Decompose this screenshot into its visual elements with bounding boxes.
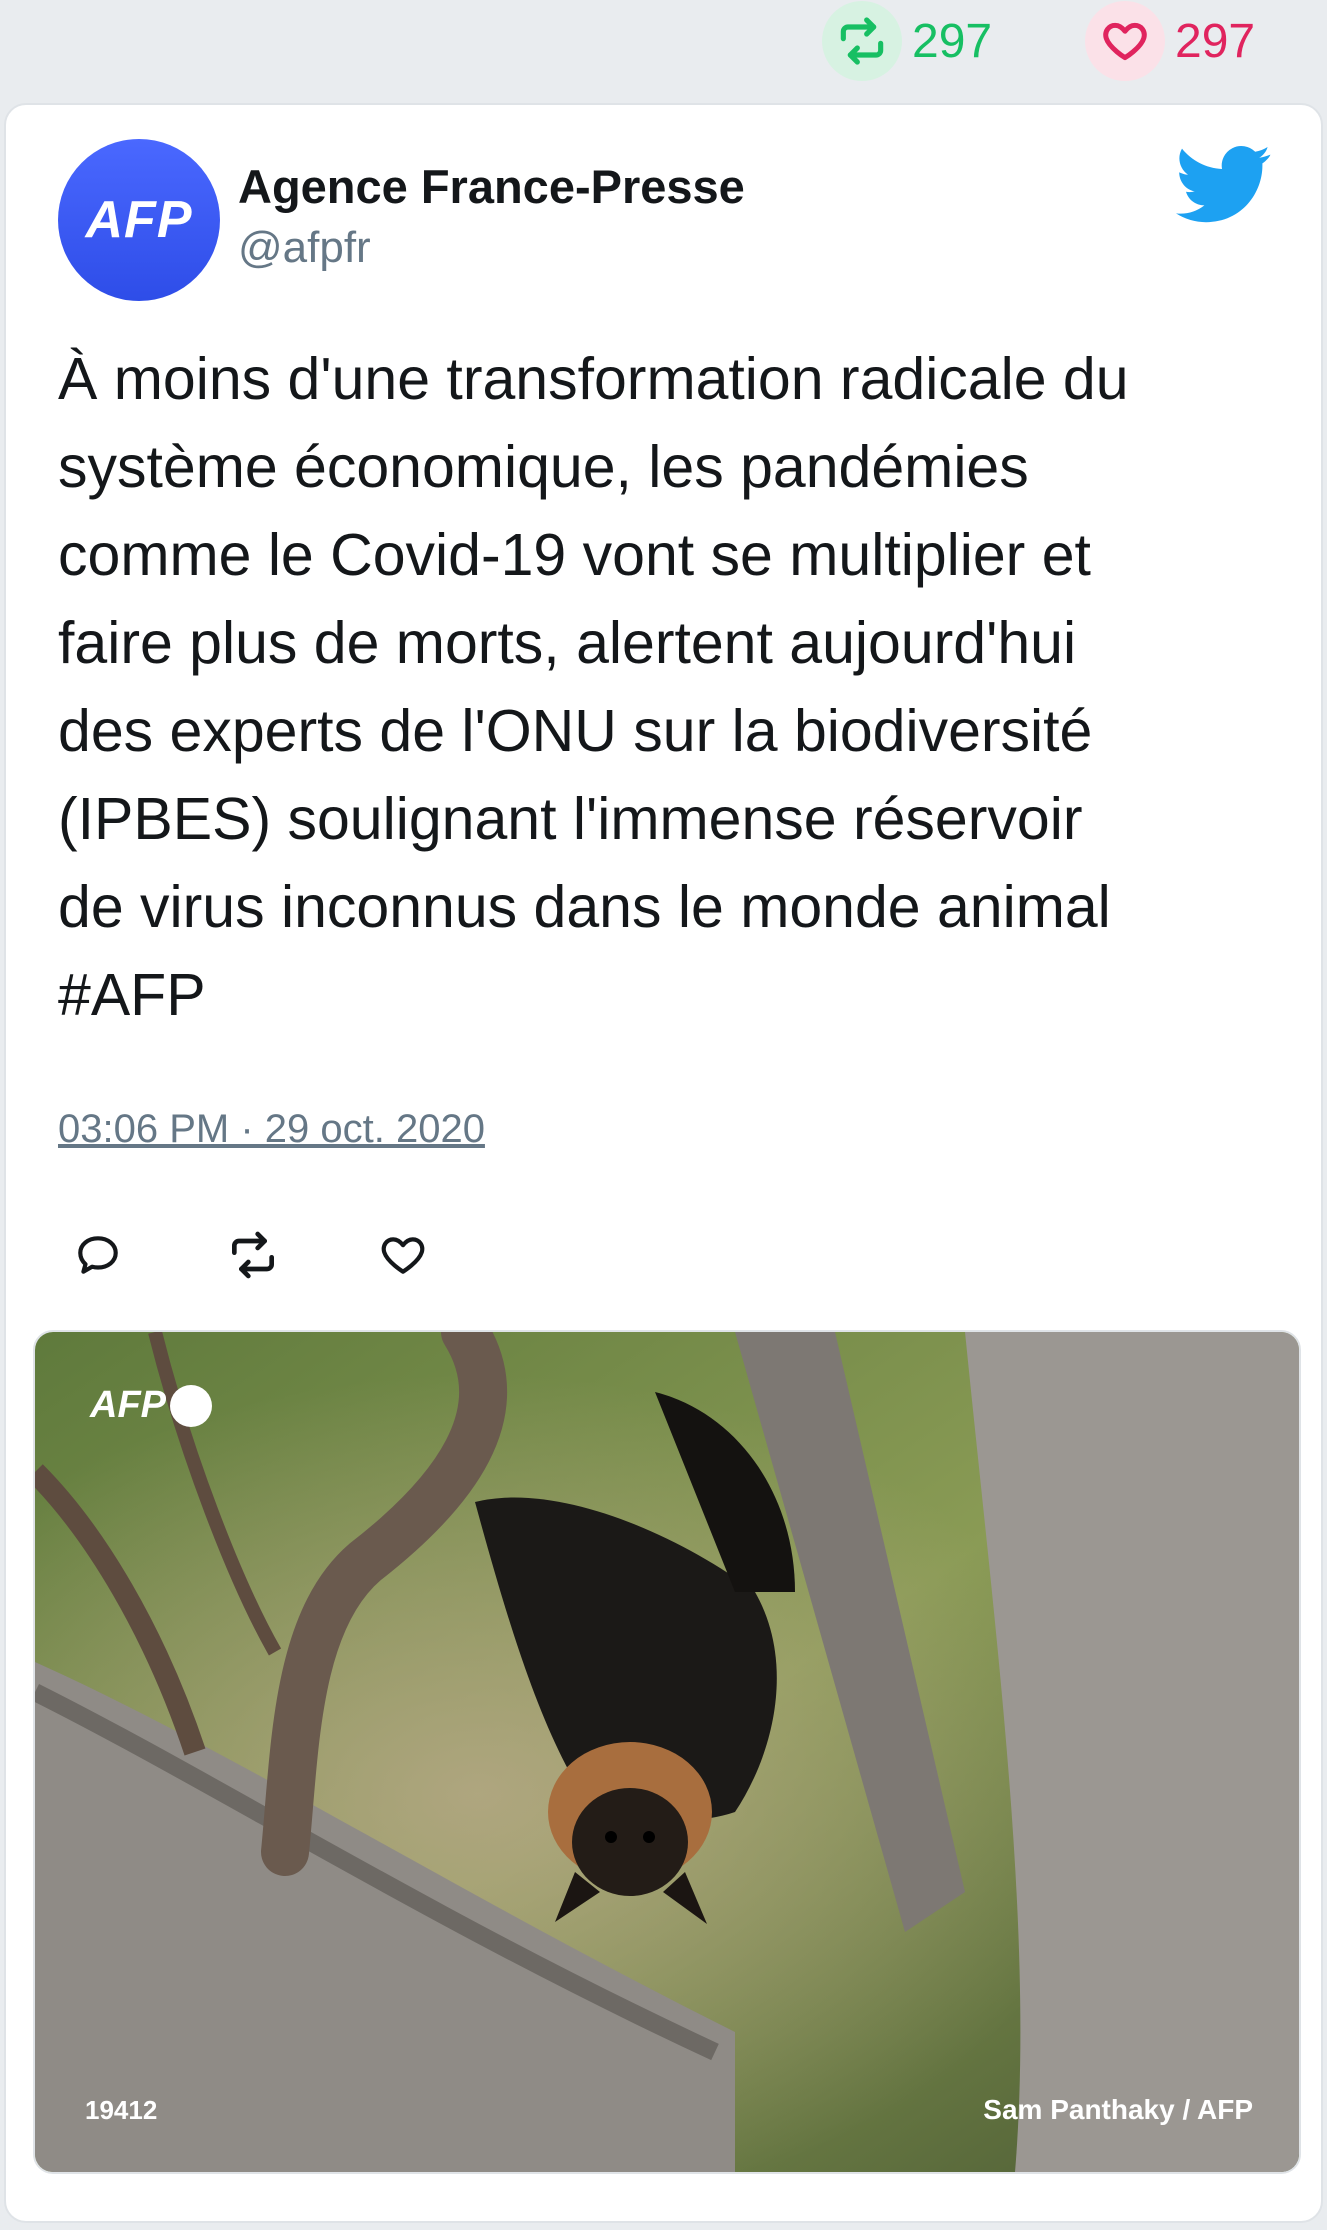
afp-watermark: AFP bbox=[90, 1384, 212, 1427]
reply-icon[interactable] bbox=[58, 1215, 138, 1295]
photo-credit: Sam Panthaky / AFP bbox=[983, 2094, 1253, 2125]
bat-photo-illustration bbox=[35, 1332, 1299, 2172]
like-stat[interactable]: 297 bbox=[1085, 1, 1256, 81]
author-name[interactable]: Agence France-Presse bbox=[238, 159, 745, 214]
retweet-stat[interactable]: 297 bbox=[822, 1, 993, 81]
watermark-dot-icon bbox=[170, 1384, 212, 1427]
tweet-timestamp[interactable]: 03:06 PM · 29 oct. 2020 bbox=[58, 1107, 485, 1152]
watermark-text: AFP bbox=[90, 1384, 166, 1426]
avatar[interactable]: AFP bbox=[58, 139, 220, 301]
tweet-text: À moins d'une transformation radicale du… bbox=[58, 346, 1129, 1028]
avatar-logo-text: AFP bbox=[85, 191, 193, 249]
tweet-card: AFP Agence France-Presse @afpfr À moins … bbox=[4, 103, 1323, 2223]
photo-code: 19412 bbox=[85, 2095, 158, 2125]
engagement-summary-bar: 297 297 bbox=[0, 0, 1327, 100]
twitter-bird-icon[interactable] bbox=[1176, 145, 1272, 230]
retweet-icon[interactable] bbox=[213, 1215, 293, 1295]
heart-icon bbox=[1085, 1, 1165, 81]
retweet-count: 297 bbox=[912, 14, 993, 68]
like-count: 297 bbox=[1175, 14, 1256, 68]
retweet-icon bbox=[822, 1, 902, 81]
author-handle[interactable]: @afpfr bbox=[238, 223, 371, 273]
tweet-photo[interactable]: AFP 19412 Sam Panthaky / AFP bbox=[33, 1330, 1301, 2174]
heart-icon[interactable] bbox=[363, 1215, 443, 1295]
